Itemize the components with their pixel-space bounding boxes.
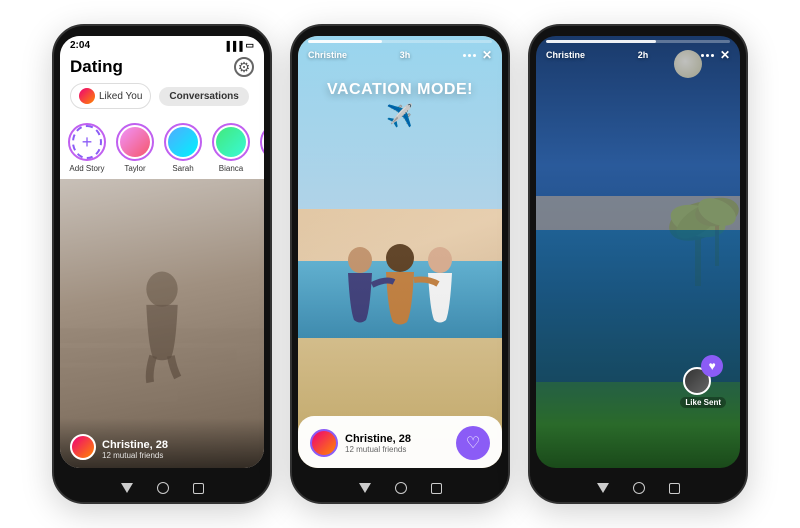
recents-button-3[interactable] [669, 483, 680, 494]
phone-2-overlay: Christine 3h ✕ VACATION MODE! ✈️ [298, 36, 502, 468]
home-button-2[interactable] [395, 482, 407, 494]
profile-name: Christine, 28 [102, 439, 168, 451]
home-button-1[interactable] [157, 482, 169, 494]
phone-2: Christine 3h ✕ VACATION MODE! ✈️ [290, 24, 510, 504]
sarah-ring [164, 123, 202, 161]
conversations-label: Conversations [169, 91, 238, 102]
add-label: Add Story [69, 164, 104, 173]
bianca-ring [212, 123, 250, 161]
phone-3-nav [530, 474, 746, 502]
back-button-3[interactable] [597, 483, 609, 493]
story-text-info-2: Christine, 28 12 mutual friends [345, 433, 411, 454]
story-sp[interactable]: Sp... [260, 123, 264, 173]
sarah-avatar [168, 127, 198, 157]
profile-mini-avatar [70, 434, 96, 460]
phone-3-screen: Christine 2h ✕ ♥ [536, 36, 740, 468]
more-icon-2[interactable] [463, 54, 476, 57]
add-icon: + [72, 125, 102, 159]
story-controls-2: ✕ [463, 49, 492, 61]
back-button-1[interactable] [121, 483, 133, 493]
settings-icon[interactable] [234, 57, 254, 77]
plane-emoji: ✈️ [298, 103, 502, 129]
dot-2 [468, 54, 471, 57]
story-name-2: Christine, 28 [345, 433, 411, 445]
profile-card[interactable]: Christine, 28 12 mutual friends [60, 179, 264, 468]
profile-mutual: 12 mutual friends [102, 451, 168, 460]
like-sent-heart: ♥ [701, 355, 723, 377]
recents-button-2[interactable] [431, 483, 442, 494]
status-time-1: 2:04 [70, 40, 90, 51]
add-ring: + [68, 123, 106, 161]
phone-2-screen: Christine 3h ✕ VACATION MODE! ✈️ [298, 36, 502, 468]
tab-bar: Liked You Conversations [60, 83, 264, 117]
story-time-2: 3h [400, 50, 411, 60]
recents-button-1[interactable] [193, 483, 204, 494]
close-icon-3[interactable]: ✕ [720, 49, 730, 61]
status-icons-1: ▐▐▐ ▭ [223, 40, 254, 51]
story-controls-3: ✕ [701, 49, 730, 61]
sarah-label: Sarah [172, 164, 193, 173]
like-sent-group: ♥ Like Sent [680, 355, 726, 408]
phone-3: Christine 2h ✕ ♥ [528, 24, 748, 504]
battery-icon: ▭ [245, 40, 254, 51]
dot-1 [463, 54, 466, 57]
stories-row: + Add Story Taylor Sarah Bianc [60, 117, 264, 179]
dot-3 [473, 54, 476, 57]
phone-1: 2:04 ▐▐▐ ▭ Dating Liked You Conversation… [52, 24, 272, 504]
phone-1-nav [54, 474, 270, 502]
phone-3-overlay: Christine 2h ✕ ♥ [536, 36, 740, 468]
bianca-label: Bianca [219, 164, 243, 173]
like-sent-avatars: ♥ [683, 355, 723, 395]
story-avatar-2 [310, 429, 338, 457]
dot-4 [701, 54, 704, 57]
status-bar-1: 2:04 ▐▐▐ ▭ [60, 36, 264, 53]
back-button-2[interactable] [359, 483, 371, 493]
story-bottom-2: Christine, 28 12 mutual friends ♡ [298, 416, 502, 468]
home-button-3[interactable] [633, 482, 645, 494]
story-sarah[interactable]: Sarah [164, 123, 202, 173]
heart-filled-icon: ♥ [709, 359, 716, 373]
profile-info: Christine, 28 12 mutual friends [102, 439, 168, 460]
story-person-info-2: Christine, 28 12 mutual friends [310, 429, 411, 457]
taylor-label: Taylor [124, 164, 145, 173]
vacation-text: VACATION MODE! [298, 81, 502, 99]
liked-avatar [79, 88, 95, 104]
dating-header: Dating [60, 53, 264, 83]
heart-icon-2: ♡ [466, 433, 480, 453]
phone-2-nav [292, 474, 508, 502]
liked-label: Liked You [99, 91, 142, 102]
story-add[interactable]: + Add Story [68, 123, 106, 173]
story-statusbar-3: Christine 2h ✕ [536, 43, 740, 63]
signal-icon: ▐▐▐ [223, 41, 242, 51]
dot-6 [711, 54, 714, 57]
taylor-avatar [120, 127, 150, 157]
story-time-3: 2h [638, 50, 649, 60]
close-icon-2[interactable]: ✕ [482, 49, 492, 61]
app-title: Dating [70, 57, 123, 77]
story-person-2: Christine [308, 50, 347, 60]
dot-5 [706, 54, 709, 57]
like-button-2[interactable]: ♡ [456, 426, 490, 460]
story-mutual-2: 12 mutual friends [345, 445, 411, 454]
tab-conversations[interactable]: Conversations [159, 87, 248, 106]
story-taylor[interactable]: Taylor [116, 123, 154, 173]
phone-1-screen: 2:04 ▐▐▐ ▭ Dating Liked You Conversation… [60, 36, 264, 468]
bianca-avatar [216, 127, 246, 157]
story-bianca[interactable]: Bianca [212, 123, 250, 173]
story-person-3: Christine [546, 50, 585, 60]
like-sent-label: Like Sent [680, 397, 726, 408]
taylor-ring [116, 123, 154, 161]
sp-ring [260, 123, 264, 161]
story-statusbar-2: Christine 3h ✕ [298, 43, 502, 63]
tab-liked-you[interactable]: Liked You [70, 83, 151, 109]
more-icon-3[interactable] [701, 54, 714, 57]
profile-overlay: Christine, 28 12 mutual friends [60, 418, 264, 468]
